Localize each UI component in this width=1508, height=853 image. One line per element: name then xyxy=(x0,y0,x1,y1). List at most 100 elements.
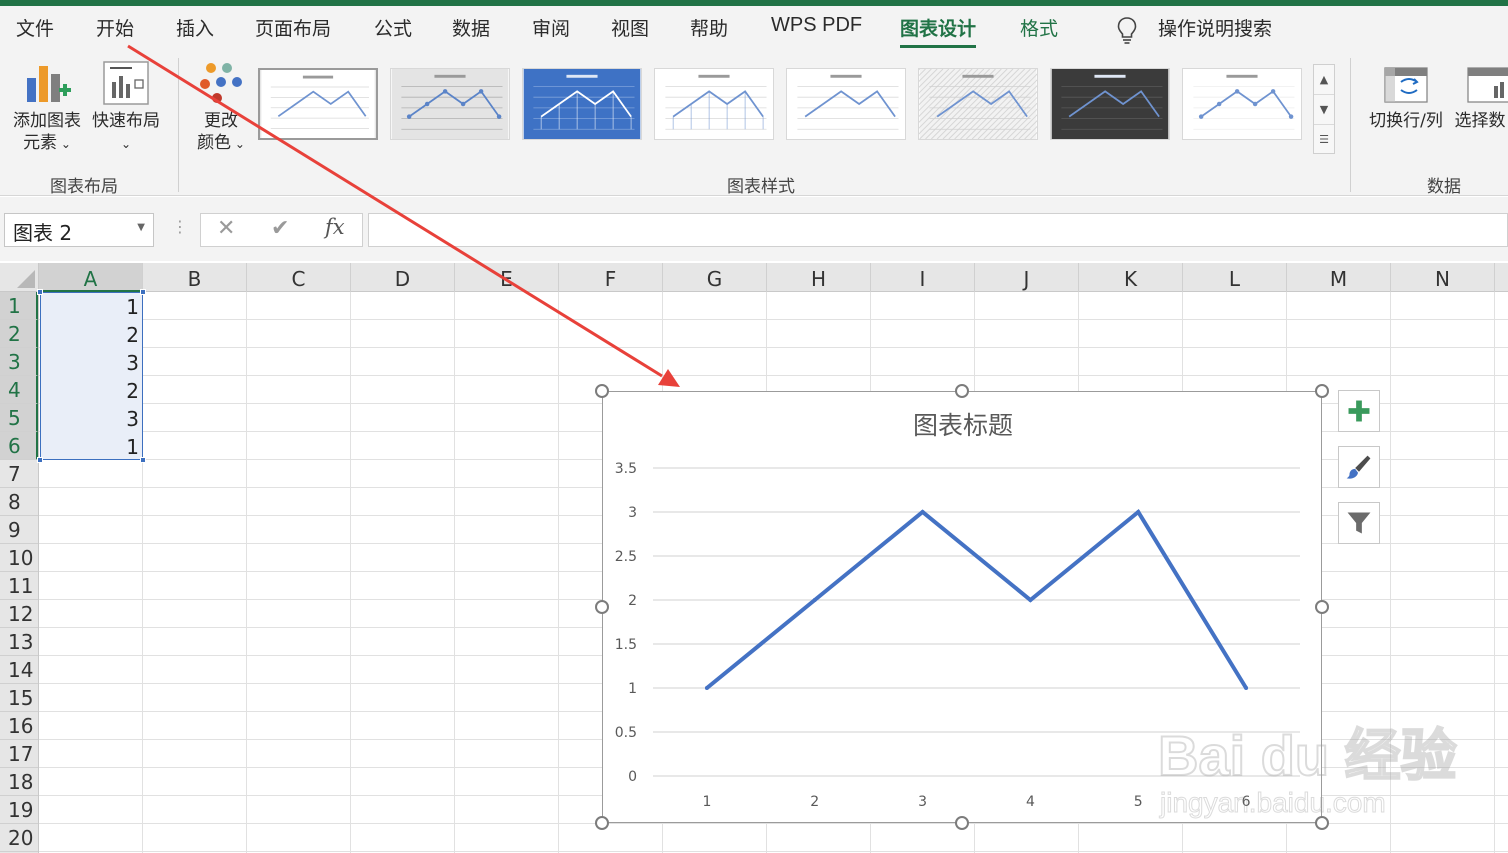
quick-layout-button[interactable]: 快速布局 ⌄ xyxy=(89,60,163,155)
chart-title[interactable]: 图表标题 xyxy=(913,411,1013,440)
tab-insert[interactable]: 插入 xyxy=(176,14,214,41)
tab-view[interactable]: 视图 xyxy=(611,14,649,41)
column-header-g[interactable]: G xyxy=(663,263,767,292)
chart-filters-button[interactable] xyxy=(1338,502,1380,544)
formula-input[interactable] xyxy=(368,213,1508,247)
gallery-up-icon[interactable]: ▲ xyxy=(1314,65,1334,95)
line-chart[interactable]: 0 0.5 1 1.5 2 2.5 3 3.5 1 2 3 4 5 6 图表标题 xyxy=(602,391,1322,823)
data-point[interactable] xyxy=(1136,510,1141,514)
cell-a3[interactable]: 3 xyxy=(40,348,139,376)
column-header-i[interactable]: I xyxy=(871,263,975,292)
switch-row-column-button[interactable]: 切换行/列 xyxy=(1364,60,1448,132)
row-header-10[interactable]: 10 xyxy=(0,544,38,572)
row-header-11[interactable]: 11 xyxy=(0,572,38,600)
chart-style-6[interactable] xyxy=(918,68,1038,140)
row-header-15[interactable]: 15 xyxy=(0,684,38,712)
column-header-m[interactable]: M xyxy=(1287,263,1391,292)
tab-review[interactable]: 审阅 xyxy=(532,14,570,41)
select-all-button[interactable] xyxy=(0,263,39,292)
chart-style-4[interactable] xyxy=(654,68,774,140)
formula-bar-grip-icon[interactable]: ⋮ xyxy=(172,217,188,236)
row-header-6[interactable]: 6 xyxy=(0,432,38,460)
chart-style-8[interactable] xyxy=(1182,68,1302,140)
row-header-14[interactable]: 14 xyxy=(0,656,38,684)
column-header-h[interactable]: H xyxy=(767,263,871,292)
tab-file[interactable]: 文件 xyxy=(16,14,54,41)
resize-handle[interactable] xyxy=(955,816,969,830)
gallery-scrollbar[interactable]: ▲ ▼ ☰ xyxy=(1313,64,1335,154)
column-header-d[interactable]: D xyxy=(351,263,455,292)
resize-handle[interactable] xyxy=(1315,816,1329,830)
data-point[interactable] xyxy=(920,510,925,514)
name-box[interactable]: 图表 2 ▼ xyxy=(4,213,154,247)
row-header-16[interactable]: 16 xyxy=(0,712,38,740)
cell-a1[interactable]: 1 xyxy=(40,292,139,320)
row-header-1[interactable]: 1 xyxy=(0,292,38,320)
data-point[interactable] xyxy=(1028,598,1033,602)
row-header-13[interactable]: 13 xyxy=(0,628,38,656)
column-header-k[interactable]: K xyxy=(1079,263,1183,292)
selection-handle[interactable] xyxy=(140,457,146,463)
column-header-a[interactable]: A xyxy=(39,263,143,292)
row-header-4[interactable]: 4 xyxy=(0,376,38,404)
selection-handle[interactable] xyxy=(140,289,146,295)
cell-a6[interactable]: 1 xyxy=(40,432,139,460)
row-header-19[interactable]: 19 xyxy=(0,796,38,824)
row-header-18[interactable]: 18 xyxy=(0,768,38,796)
row-header-8[interactable]: 8 xyxy=(0,488,38,516)
tell-me-search[interactable]: 操作说明搜索 xyxy=(1158,14,1272,41)
row-header-5[interactable]: 5 xyxy=(0,404,38,432)
row-header-20[interactable]: 20 xyxy=(0,824,38,852)
row-header-2[interactable]: 2 xyxy=(0,320,38,348)
row-header-17[interactable]: 17 xyxy=(0,740,38,768)
tab-format[interactable]: 格式 xyxy=(1020,14,1058,41)
cell-a4[interactable]: 2 xyxy=(40,376,139,404)
row-header-7[interactable]: 7 xyxy=(0,460,38,488)
chart-elements-button[interactable] xyxy=(1338,390,1380,432)
column-header-c[interactable]: C xyxy=(247,263,351,292)
add-chart-element-button[interactable]: 添加图表 元素 ⌄ xyxy=(10,60,84,155)
column-header-f[interactable]: F xyxy=(559,263,663,292)
chart-style-7[interactable] xyxy=(1050,68,1170,140)
data-point[interactable] xyxy=(812,598,817,602)
select-data-button[interactable]: 选择数 xyxy=(1452,60,1508,132)
chart-style-3[interactable] xyxy=(522,68,642,140)
column-header-l[interactable]: L xyxy=(1183,263,1287,292)
tab-help[interactable]: 帮助 xyxy=(690,14,728,41)
data-point[interactable] xyxy=(704,686,709,690)
column-header-j[interactable]: J xyxy=(975,263,1079,292)
gallery-more-icon[interactable]: ☰ xyxy=(1314,125,1334,155)
resize-handle[interactable] xyxy=(595,384,609,398)
tab-chart-design[interactable]: 图表设计 xyxy=(900,14,977,48)
name-box-dropdown-icon[interactable]: ▼ xyxy=(137,222,145,233)
enter-icon[interactable]: ✔ xyxy=(271,216,289,241)
column-header-n[interactable]: N xyxy=(1391,263,1495,292)
cell-a5[interactable]: 3 xyxy=(40,404,139,432)
resize-handle[interactable] xyxy=(595,816,609,830)
lightbulb-icon[interactable] xyxy=(1116,16,1138,44)
row-header-3[interactable]: 3 xyxy=(0,348,38,376)
row-header-12[interactable]: 12 xyxy=(0,600,38,628)
chart-style-5[interactable] xyxy=(786,68,906,140)
resize-handle[interactable] xyxy=(1315,384,1329,398)
column-header-e[interactable]: E xyxy=(455,263,559,292)
cell-a2[interactable]: 2 xyxy=(40,320,139,348)
tab-wps-pdf[interactable]: WPS PDF xyxy=(771,14,862,37)
resize-handle[interactable] xyxy=(955,384,969,398)
resize-handle[interactable] xyxy=(595,600,609,614)
chart-style-1[interactable] xyxy=(258,68,378,140)
tab-home[interactable]: 开始 xyxy=(96,14,134,41)
cancel-icon[interactable]: ✕ xyxy=(217,216,235,241)
change-colors-button[interactable]: 更改 颜色 ⌄ xyxy=(188,60,254,155)
resize-handle[interactable] xyxy=(1315,600,1329,614)
row-header-9[interactable]: 9 xyxy=(0,516,38,544)
chart-style-2[interactable] xyxy=(390,68,510,140)
data-point[interactable] xyxy=(1244,686,1249,690)
chart-styles-button[interactable] xyxy=(1338,446,1380,488)
tab-page-layout[interactable]: 页面布局 xyxy=(255,14,331,41)
tab-data[interactable]: 数据 xyxy=(452,14,490,41)
tab-formulas[interactable]: 公式 xyxy=(374,14,412,41)
gallery-down-icon[interactable]: ▼ xyxy=(1314,95,1334,125)
insert-function-icon[interactable]: fx xyxy=(325,215,345,239)
column-header-b[interactable]: B xyxy=(143,263,247,292)
